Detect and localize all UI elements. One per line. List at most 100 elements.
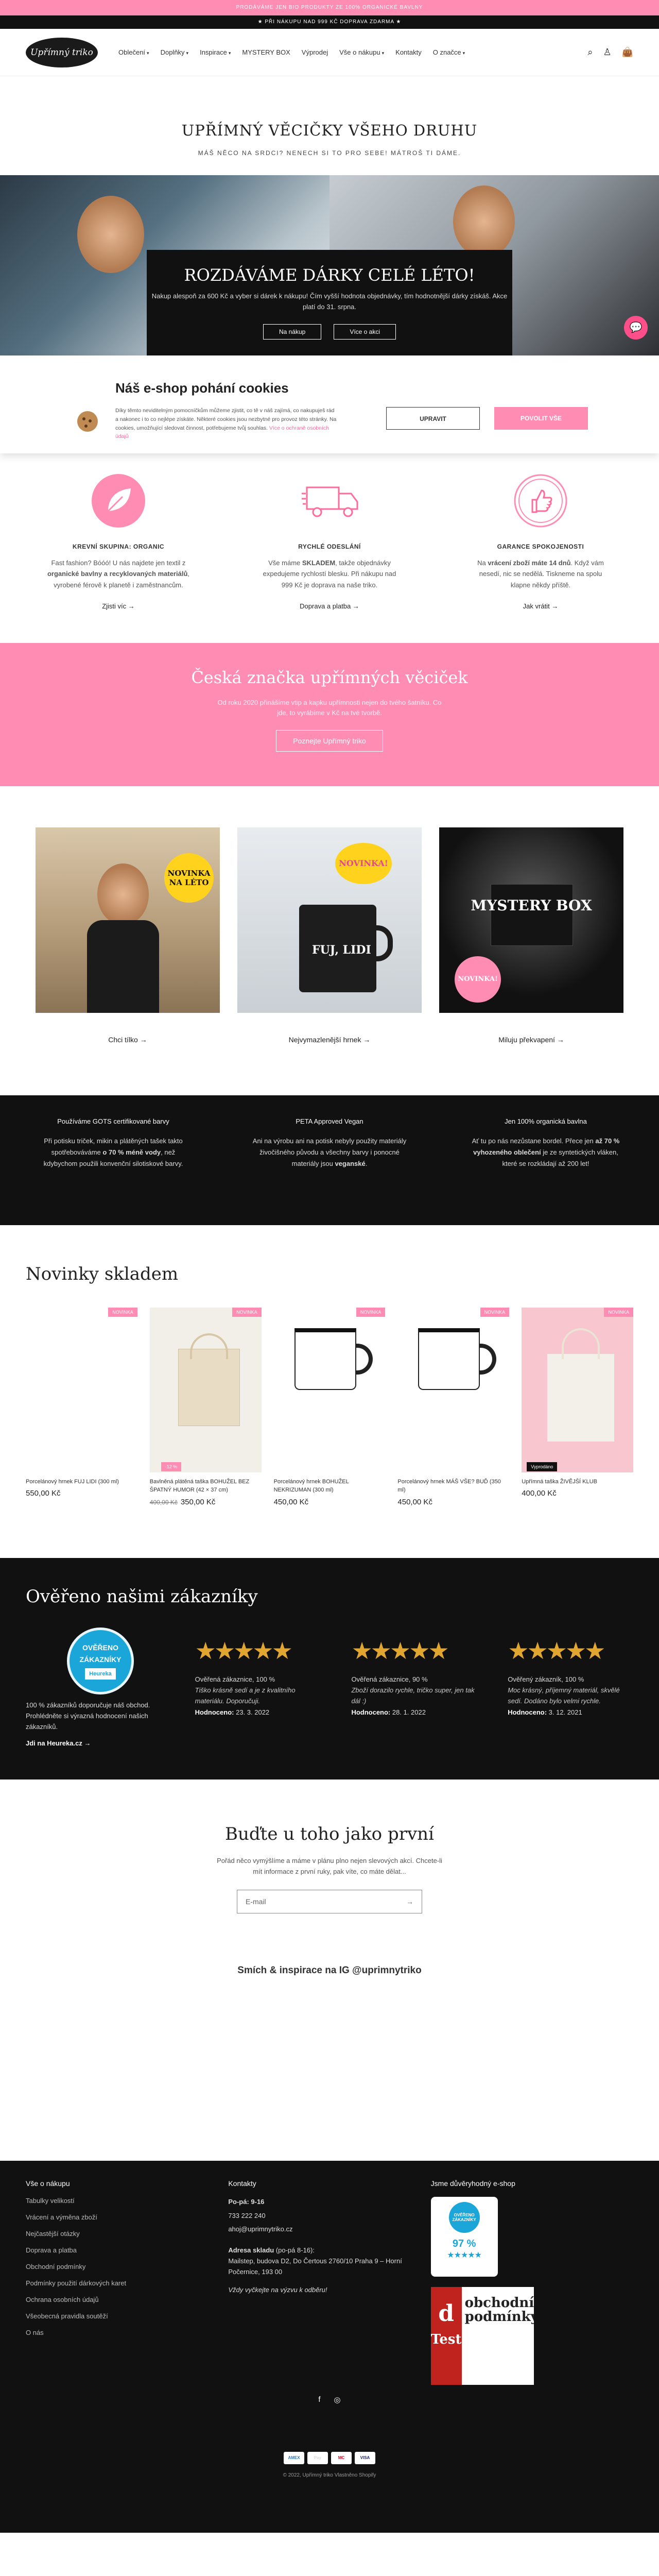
footer-link[interactable]: O nás [26,2329,228,2336]
shop-button[interactable]: Na nákup [263,324,322,340]
tote-handle [189,1333,228,1359]
product-price: 450,00 Kč [273,1497,309,1506]
collection-link[interactable]: Chci tílko → [36,1036,220,1044]
shipping-bar: ★ PŘI NÁKUPU NAD 999 KČ DOPRAVA ZDARMA ★ [0,15,659,29]
mystery-title: MYSTERY BOX [471,896,592,914]
info-title: Používáme GOTS certifikované barvy [57,1117,169,1125]
product-image: NOVINKA -12 % [149,1307,262,1472]
product-image: NOVINKA [397,1307,510,1472]
footer-link[interactable]: Podmínky použití dárkových karet [26,2279,228,2287]
site-header: Upřímný triko Oblečení ▾ Doplňky ▾ Inspira… [0,29,659,76]
footer-link[interactable]: Všeobecná pravidla soutěží [26,2312,228,2320]
nav-item[interactable]: Doplňky ▾ [161,48,189,56]
info-text: Ani na výrobu ani na potisk nebyly použi… [252,1137,407,1167]
review-card: ★★★★★ Ověřený zákazník, 100 % Moc krásný… [508,1628,633,1749]
person-photo [453,185,515,258]
mystery-box [491,884,573,946]
footer-link[interactable]: Vrácení a výměna zboží [26,2213,228,2221]
nav-item[interactable]: MYSTERY BOX [242,48,290,56]
instagram-icon[interactable]: ◎ [334,2395,341,2404]
cookie-allow-button[interactable]: POVOLIT VŠE [494,407,588,430]
about-brand-button[interactable]: Poznejte Upřímný triko [276,730,383,752]
brand-title: Česká značka upřímných věciček [191,667,468,687]
promo-box: ROZDÁVÁME DÁRKY CELÉ LÉTO! Nakup alespoň… [147,250,512,355]
arrow-right-icon[interactable]: → [406,1897,413,1906]
cookie-adjust-button[interactable]: UPRAVIT [386,407,480,430]
product-title[interactable]: Bavlněná plátěná taška BOHUŽEL BEZ ŠPATN… [150,1478,262,1495]
footer: Vše o nákupu Tabulky velikostí Vrácení a… [0,2160,659,2533]
product-grid: NOVINKA Porcelánový hrnek FUJ LIDI (300 … [26,1307,633,1506]
collection-card[interactable]: MYSTERY BOX NOVINKA! Miluju překvapení → [439,827,623,1044]
chevron-down-icon: ▾ [186,50,189,56]
tote-bag [547,1353,615,1442]
review-quote: Moc krásný, příjemný materiál, skvělé se… [508,1686,620,1705]
star-rating-icon: ★★★★★ [195,1637,293,1664]
footer-heading: Kontakty [228,2179,256,2188]
product-title[interactable]: Porcelánový hrnek MÁŠ VŠE? BUĎ (350 ml) [397,1478,509,1495]
new-products: Novinky skladem NOVINKA Porcelánový hrne… [0,1225,659,1558]
nav-item[interactable]: Vše o nákupu ▾ [339,48,384,56]
cookie-title: Náš e-shop pohání cookies [115,380,289,396]
product-title[interactable]: Upřímná taška ŽIVĚJŠÍ KLUB [522,1478,633,1486]
review-card: ★★★★★ Ověřená zákaznice, 90 % Zboží dora… [351,1628,477,1749]
nav-item[interactable]: Inspirace ▾ [200,48,231,56]
product-title[interactable]: Porcelánový hrnek BOHUŽEL NEKRIZUMAN (30… [274,1478,386,1495]
nav-item[interactable]: O značce ▾ [433,48,465,56]
review-author: Ověřený zákazník, 100 % [508,1675,584,1683]
footer-link[interactable]: Nejčastější otázky [26,2230,228,2238]
product-price: 550,00 Kč [26,1489,61,1498]
footer-link[interactable]: Doprava a platba [26,2246,228,2254]
email-field[interactable]: E-mail → [237,1889,422,1913]
person-photo [97,863,149,925]
tank-top [87,920,159,1013]
product-card[interactable]: NOVINKA Porcelánový hrnek BOHUŽEL NEKRIZ… [273,1307,386,1506]
nav-item-label: Doplňky [160,48,185,56]
product-card[interactable]: NOVINKA Vyprodáno Upřímná taška ŽIVĚJŠÍ … [522,1307,633,1506]
search-icon[interactable]: ⌕ [587,47,593,58]
collection-card[interactable]: NOVINKA NA LÉTO Chci tílko → [36,827,220,1044]
feature-link[interactable]: Jak vrátit → [469,601,613,612]
product-card[interactable]: NOVINKA Porcelánový hrnek MÁŠ VŠE? BUĎ (… [397,1307,510,1506]
footer-link[interactable]: Obchodní podmínky [26,2263,228,2270]
collection-link[interactable]: Nejvymazlenější hrnek → [237,1036,422,1044]
footer-link[interactable]: Ochrana osobních údajů [26,2296,228,2303]
collection-card[interactable]: FUJ, LIDI NOVINKA! Nejvymazlenější hrnek… [237,827,422,1044]
instagram-title: Smích & inspirace na IG @uprimnytriko [237,1964,422,1976]
feature-link[interactable]: Doprava a platba → [257,601,402,612]
facebook-icon[interactable]: f [318,2395,320,2404]
product-title[interactable]: Porcelánový hrnek FUJ LIDI (300 ml) [26,1478,137,1486]
collection-link[interactable]: Miluju překvapení → [439,1036,623,1044]
heureka-certificate[interactable]: OVĚŘENO ZÁKAZNÍKY 97 % ★★★★★ [430,2196,498,2277]
email-link[interactable]: ahoj@uprimnytriko.cz [228,2224,430,2235]
footer-link[interactable]: Tabulky velikostí [26,2197,228,2205]
arrow-right-icon: → [140,1035,147,1044]
product-card[interactable]: NOVINKA Porcelánový hrnek FUJ LIDI (300 … [26,1307,137,1506]
nav-item[interactable]: Kontakty [395,48,422,56]
chat-icon[interactable]: 💬 [624,316,648,340]
product-card[interactable]: NOVINKA -12 % Bavlněná plátěná taška BOH… [149,1307,262,1506]
newsletter-title: Buďte u toho jako první [225,1824,434,1845]
promo-info-button[interactable]: Více o akci [334,324,396,340]
heureka-block: OVĚŘENO ZÁKAZNÍKY Heureka 100 % zákazník… [26,1627,164,1749]
logo[interactable]: Upřímný triko [26,37,98,67]
arrow-right-icon: → [352,602,359,611]
heureka-percent: 97 % [452,2238,476,2249]
nav-item[interactable]: Výprodej [302,48,328,56]
email-placeholder: E-mail [246,1897,266,1906]
account-icon[interactable]: ♙ [603,47,611,58]
product-image: NOVINKA [26,1307,137,1472]
dtest-certificate[interactable]: d Test obchodní podmínky [430,2286,534,2385]
cart-icon[interactable]: 👜 [622,47,633,58]
review-quote: Tiško krásně sedí a je z kvalitního mate… [195,1686,296,1705]
new-badge: NOVINKA! [455,956,501,1003]
announcement-bar: PRODÁVÁME JEN BIO PRODUKTY ZE 100% ORGAN… [0,0,659,15]
heureka-link[interactable]: Jdi na Heureka.cz → [26,1738,164,1749]
heureka-text: 100 % zákazníků doporučuje náš obchod. P… [26,1701,150,1731]
info-title: Jen 100% organická bavlna [505,1117,587,1125]
instagram-section: Smích & inspirace na IG @uprimnytriko [0,1934,659,2161]
old-price: 400,00 Kč [149,1498,178,1506]
visa-icon: VISA [355,2451,375,2464]
nav-item[interactable]: Oblečení ▾ [118,48,149,56]
feature-link[interactable]: Zjisti víc → [46,601,190,612]
phone[interactable]: 733 222 240 [228,2211,430,2222]
